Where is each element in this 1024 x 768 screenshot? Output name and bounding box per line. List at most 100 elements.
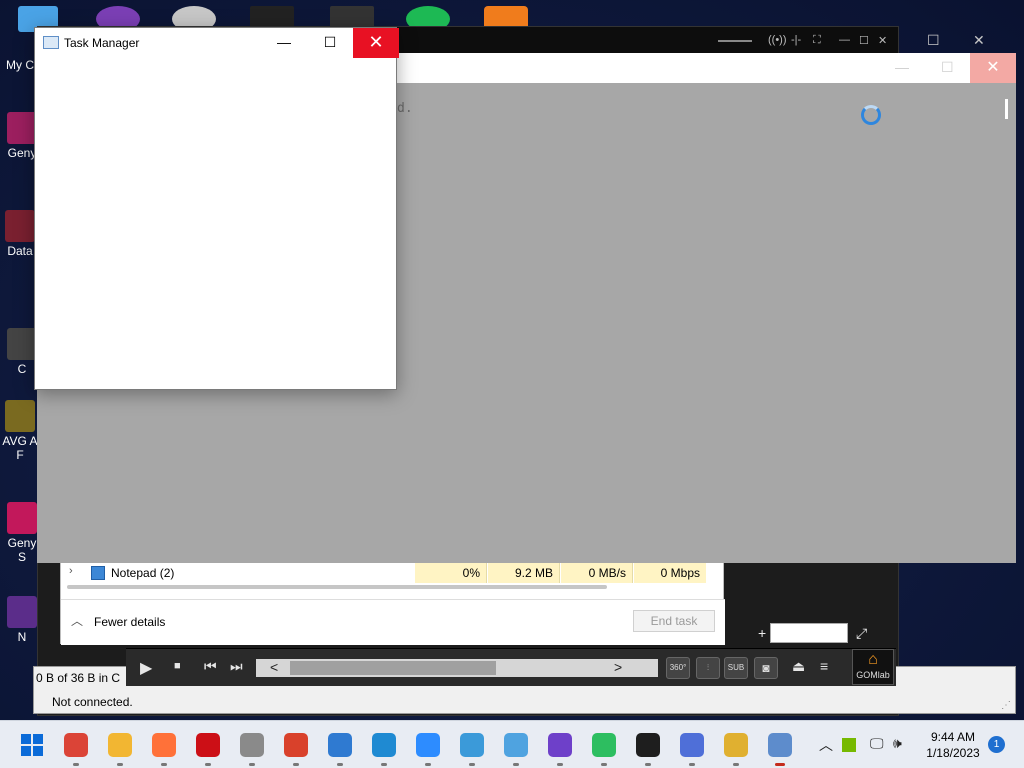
settings-control-icon[interactable]: ⫶	[696, 657, 720, 679]
desktop-icon-n[interactable]: N	[2, 596, 42, 644]
notification-badge[interactable]: 1	[988, 736, 1005, 753]
app-icon	[7, 328, 37, 360]
gomlab-label: GOMlab	[856, 670, 890, 680]
terminal-icon[interactable]	[636, 733, 660, 757]
memory-cell: 9.2 MB	[488, 563, 560, 583]
running-indicator	[205, 763, 211, 766]
vertical-scrollbar[interactable]	[1005, 99, 1008, 119]
stop-icon[interactable]: ■	[174, 660, 181, 672]
running-indicator	[601, 763, 607, 766]
genymotion-icon	[7, 502, 37, 534]
maximize-icon[interactable]: ☐	[927, 32, 940, 49]
zoom-icon[interactable]	[416, 733, 440, 757]
maps-icon[interactable]	[460, 733, 484, 757]
date-text: 1/18/2023	[926, 746, 980, 760]
seek-thumb[interactable]	[290, 661, 496, 675]
running-indicator	[381, 763, 387, 766]
maximize-icon[interactable]: ☐	[941, 59, 954, 76]
console-text: d.	[397, 101, 413, 116]
minimize-icon[interactable]: —	[895, 59, 909, 75]
data-icon	[5, 210, 35, 242]
vscode-icon[interactable]	[372, 733, 396, 757]
expand-chevron-icon[interactable]: ›	[69, 565, 73, 577]
close-icon[interactable]: ✕	[973, 32, 985, 49]
chrome-icon[interactable]	[64, 733, 88, 757]
nvidia-icon[interactable]	[842, 738, 856, 752]
end-task-button[interactable]: End task	[633, 610, 715, 632]
next-icon[interactable]: ⏭	[230, 658, 243, 675]
running-indicator	[733, 763, 739, 766]
volume-slider[interactable]	[718, 40, 752, 42]
running-indicator	[689, 763, 695, 766]
cpu-cell: 0%	[415, 563, 487, 583]
camera-icon[interactable]: ◙	[754, 657, 778, 679]
previous-icon[interactable]: ⏮	[204, 658, 217, 675]
gomlab-logo[interactable]: ⌂ GOMlab	[852, 649, 894, 685]
desktop-icon-avg[interactable]: AVG A F	[0, 400, 40, 462]
expand-icon[interactable]: ⤢	[856, 625, 867, 642]
opera-icon[interactable]	[196, 733, 220, 757]
vr360-button[interactable]: 360°	[666, 657, 690, 679]
notepad-icon[interactable]	[504, 733, 528, 757]
minimize-button[interactable]: —	[261, 28, 307, 58]
task-manager-titlebar[interactable]: Task Manager — ☐ ✕	[35, 28, 399, 58]
desktop-icon-label: AVG A	[2, 434, 38, 448]
archive-icon[interactable]	[724, 733, 748, 757]
zoom-select[interactable]	[770, 623, 848, 643]
process-name: Notepad (2)	[111, 566, 175, 580]
running-indicator	[645, 763, 651, 766]
fullscreen-icon[interactable]: ⛶	[813, 34, 821, 47]
desktop-icon-label: S	[17, 550, 26, 564]
task-manager-icon	[43, 36, 59, 49]
resize-grip-icon[interactable]: ⋰	[1001, 700, 1011, 711]
running-indicator	[337, 763, 343, 766]
running-indicator	[161, 763, 167, 766]
clock[interactable]: 9:44 AM 1/18/2023	[918, 729, 988, 761]
desktop-icon-label: Geny	[7, 536, 37, 550]
scroll-right-icon[interactable]: >	[614, 659, 622, 675]
scroll-left-icon[interactable]: <	[270, 659, 278, 675]
running-indicator	[469, 763, 475, 766]
task-manager-icon[interactable]	[768, 733, 792, 757]
chevron-up-icon[interactable]: ︿	[71, 612, 83, 629]
volume-icon[interactable]: 🕪	[893, 735, 902, 752]
github-icon[interactable]	[548, 733, 572, 757]
firefox-icon[interactable]	[152, 733, 176, 757]
disk-cell: 0 MB/s	[561, 563, 633, 583]
speaker-icon[interactable]: ((•))	[768, 34, 787, 46]
subtitle-button[interactable]: SUB	[724, 657, 748, 679]
close-button[interactable]: ✕	[970, 53, 1016, 83]
ccleaner-icon[interactable]	[284, 733, 308, 757]
desktop-icon-label: F	[16, 448, 24, 462]
play-icon[interactable]: ▶	[140, 658, 152, 678]
table-row[interactable]: › Notepad (2) 0% 9.2 MB 0 MB/s 0 Mbps	[61, 563, 725, 585]
minimize-icon[interactable]: —	[839, 34, 850, 46]
maximize-button[interactable]: ☐	[307, 28, 353, 58]
evernote-icon[interactable]	[592, 733, 616, 757]
horizontal-scrollbar[interactable]	[67, 585, 607, 589]
file-explorer-icon[interactable]	[108, 733, 132, 757]
chevron-up-icon[interactable]: ︿	[819, 735, 833, 755]
close-icon[interactable]: ✕	[878, 34, 887, 47]
menu-icon[interactable]: ≡	[820, 658, 828, 674]
running-indicator	[293, 763, 299, 766]
gom-control-bar: ▶ ■ ⏮ ⏭ < > 360° ⫶ SUB ◙ ⏏ ≡ ⌂ GOMlab	[126, 648, 896, 686]
running-indicator	[117, 763, 123, 766]
network-icon[interactable]: 🖵	[870, 735, 884, 752]
thunderbird-icon[interactable]	[328, 733, 352, 757]
start-button[interactable]	[21, 734, 43, 756]
desktop-icon-geny2[interactable]: Geny S	[2, 502, 42, 564]
crystal-icon[interactable]	[680, 733, 704, 757]
clock-icon[interactable]	[240, 733, 264, 757]
seek-bar[interactable]: < >	[256, 659, 658, 677]
maximize-icon[interactable]: ☐	[859, 34, 869, 47]
close-button[interactable]: ✕	[353, 28, 399, 58]
genymotion-icon	[7, 112, 37, 144]
fewer-details-link[interactable]: Fewer details	[94, 615, 165, 629]
connection-status: Not connected.	[52, 695, 133, 709]
desktop-icon-label: C	[17, 362, 27, 376]
desktop-icon-label: Geny	[7, 146, 37, 160]
equalizer-icon[interactable]: -|-	[791, 34, 801, 46]
zoom-plus-icon[interactable]: +	[758, 625, 766, 641]
eject-icon[interactable]: ⏏	[792, 658, 805, 675]
